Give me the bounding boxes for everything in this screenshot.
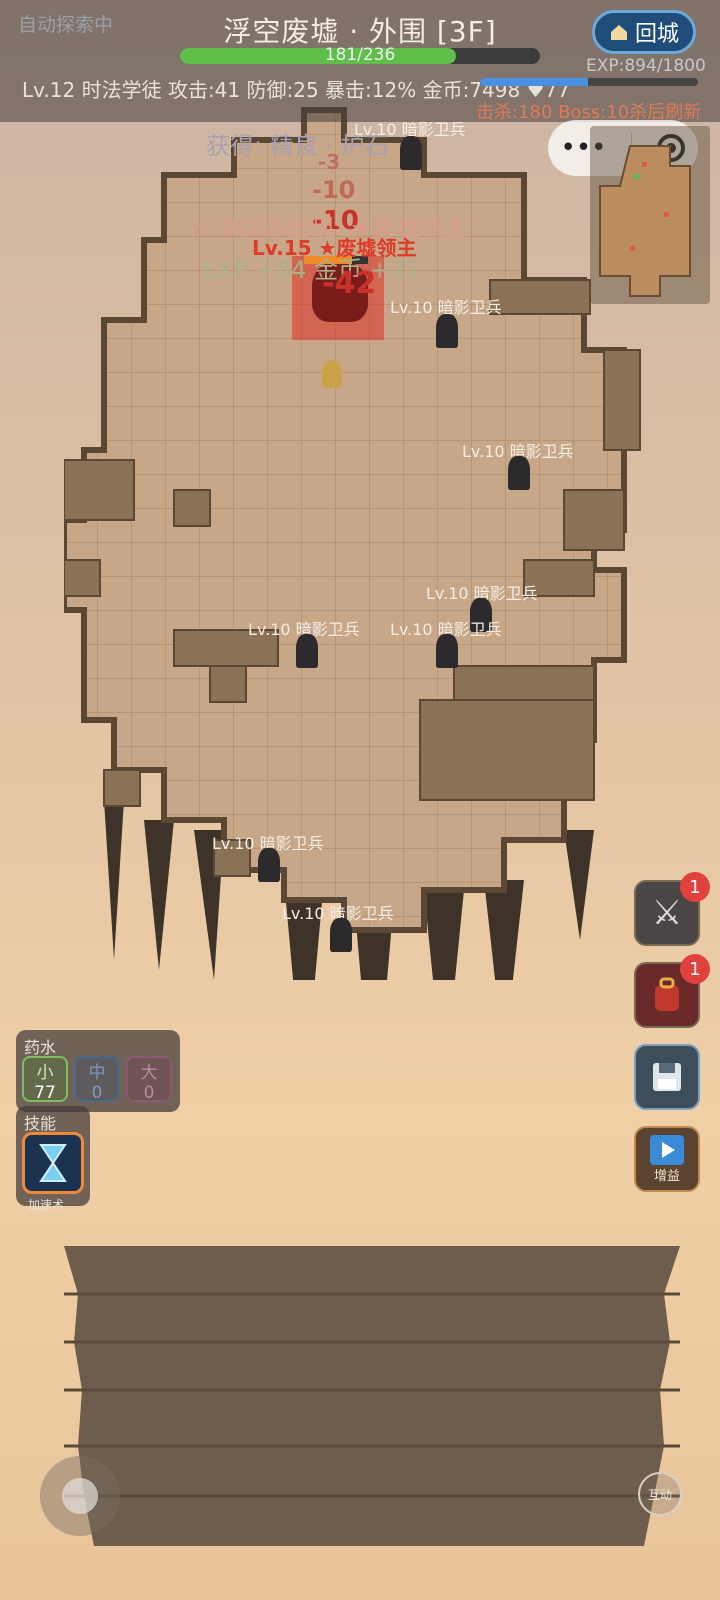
potion-large-label: 大 (140, 1063, 158, 1083)
potion-small[interactable]: 小 77 (22, 1056, 68, 1103)
potion-small-count: 77 (34, 1083, 56, 1103)
potion-small-label: 小 (36, 1063, 54, 1083)
save-button[interactable] (634, 1044, 700, 1110)
monster-sprite[interactable] (258, 848, 280, 882)
exp-text: EXP:894/1800 (586, 56, 706, 76)
home-icon (610, 25, 627, 40)
monster-sprite[interactable] (296, 634, 318, 668)
potion-medium-label: 中 (88, 1063, 106, 1083)
boss-warning-text: ⚠ BOSS出现: ★废墟领主 (192, 214, 468, 242)
hourglass-skill-icon (39, 1144, 67, 1182)
monster-sprite[interactable] (508, 456, 530, 490)
save-disk-icon (653, 1063, 681, 1091)
skill-button[interactable] (22, 1132, 84, 1194)
backpack-badge: 1 (680, 954, 710, 984)
lower-platform (64, 1246, 680, 1546)
potion-large-count: 0 (143, 1083, 155, 1103)
minimap[interactable] (590, 126, 710, 304)
monster-sprite[interactable] (330, 918, 352, 952)
hp-text: 181/236 (324, 45, 396, 65)
player-sprite (322, 360, 342, 388)
equipment-badge: 1 (680, 872, 710, 902)
potion-large[interactable]: 大 0 (126, 1056, 172, 1103)
interact-button[interactable]: 互动 (638, 1472, 682, 1516)
damage-number: -3 (318, 150, 341, 174)
monster-sprite[interactable] (436, 634, 458, 668)
return-town-button[interactable]: 回城 (592, 10, 696, 54)
exp-bar-fill (480, 78, 589, 86)
boss-damage-number: -42 (322, 266, 377, 301)
play-icon (650, 1134, 684, 1165)
minimap-terrain (599, 145, 691, 297)
exp-gain-text: EXP +84 金币 +21 (202, 256, 421, 284)
monster-sprite[interactable] (436, 314, 458, 348)
potion-title: 药水 (24, 1038, 57, 1057)
buff-button[interactable]: 增益 (634, 1126, 700, 1192)
monster-sprite[interactable] (400, 136, 422, 170)
skill-title: 技能 (24, 1114, 57, 1133)
buff-label: 增益 (653, 1168, 680, 1184)
potion-medium[interactable]: 中 0 (74, 1056, 120, 1103)
skill-name: 加速术 (28, 1198, 65, 1212)
swords-icon: ⚔ (651, 893, 683, 933)
exp-bar (480, 78, 698, 86)
return-town-label: 回城 (634, 22, 679, 47)
joystick-knob[interactable] (62, 1478, 98, 1514)
potion-medium-count: 0 (91, 1083, 103, 1103)
backpack-icon (655, 977, 679, 1011)
damage-number: -10 (312, 176, 356, 204)
